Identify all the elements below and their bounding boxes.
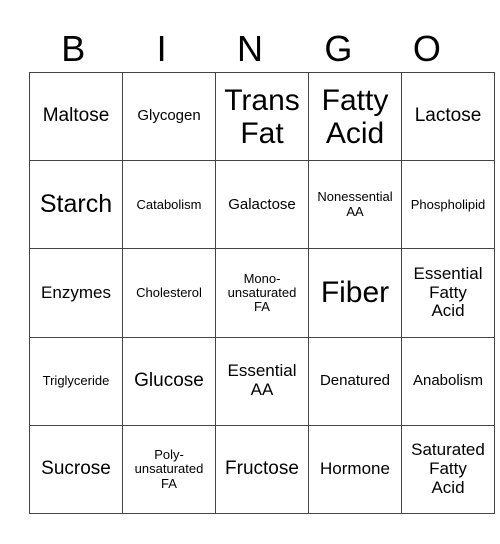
cell-text-line: Maltose [42,105,110,127]
cell-text-line: Fatty [321,83,389,117]
cell-text-line: Sucrose [41,457,111,479]
cell-text-line: Hormone [320,459,390,479]
cell-text-line: Glucose [134,369,204,391]
cell-text-line: Fructose [225,457,299,479]
bingo-cell[interactable]: Triglyceride [29,336,123,426]
cell-text-line: Enzymes [41,282,111,302]
bingo-cell[interactable]: Catabolism [122,160,216,250]
bingo-cell[interactable]: Denatured [308,336,402,426]
cell-text-line: Fatty [429,459,467,479]
bingo-header: B I N G O [29,26,471,72]
bingo-cell[interactable]: Anabolism [401,336,495,426]
cell-text-line: Denatured [319,371,391,389]
cell-text-line: AA [250,380,274,400]
board-row: Starch Catabolism Galactose Nonessential AA P… [29,160,495,250]
cell-text-line: Catabolism [136,196,202,212]
bingo-cell[interactable]: Enzymes [29,248,123,338]
header-letter-n: N [237,28,264,69]
cell-text-line: Saturated [411,440,485,460]
cell-text-line: unsaturated [134,461,204,477]
bingo-cell[interactable]: Glycogen [122,71,216,162]
cell-text-line: Nonessential [317,189,393,205]
bingo-cell[interactable]: Fatty Acid [308,71,402,162]
cell-text-line: Anabolism [412,371,484,389]
cell-text-line: FA [161,475,177,491]
cell-text-line: AA [346,203,364,219]
cell-text-line: Fatty [429,282,467,302]
bingo-cell[interactable]: Poly-unsaturated FA [122,424,216,515]
bingo-cell[interactable]: Galactose [215,160,309,250]
board-row: Sucrose Poly-unsaturated FA Fructose Hormone… [29,424,495,515]
board-row: Enzymes Cholesterol Mono-unsaturated FA Fibe… [29,248,495,338]
bingo-cell[interactable]: Mono-unsaturated FA [215,248,309,338]
cell-text-line: unsaturated [227,284,297,300]
bingo-cell[interactable]: Essential AA [215,336,309,426]
bingo-cell[interactable]: Sucrose [29,424,123,515]
cell-text-line: FA [254,299,270,315]
cell-text-line: Mono- [243,270,281,286]
bingo-cell[interactable]: Fiber [308,248,402,338]
board-row: Triglyceride Glucose Essential AA Denatured A… [29,336,495,426]
bingo-cell[interactable]: Cholesterol [122,248,216,338]
header-letter-g: G [324,28,353,69]
cell-text-line: Triglyceride [42,373,110,388]
bingo-cell[interactable]: Starch [29,160,123,250]
cell-text-line: Essential [227,361,297,381]
bingo-cell[interactable]: Saturated Fatty Acid [401,424,495,515]
bingo-cell[interactable]: Lactose [401,71,495,162]
cell-text-line: Essential [413,263,483,283]
header-letter-b: B [61,28,86,69]
cell-text-line: Fat [240,116,284,150]
cell-text-line: Poly- [154,446,184,462]
bingo-cell[interactable]: Essential Fatty Acid [401,248,495,338]
header-letter-i: I [156,28,167,69]
cell-text-line: Acid [431,301,465,321]
cell-text-line: Galactose [228,195,296,213]
bingo-cell[interactable]: Glucose [122,336,216,426]
cell-text-line: Fiber [320,276,390,310]
cell-text-line: Glycogen [137,107,201,125]
bingo-cell[interactable]: Maltose [29,71,123,162]
cell-text-line: Acid [431,477,465,497]
cell-text-line: Trans [224,83,300,117]
cell-text-line: Cholesterol [136,284,202,300]
bingo-cell[interactable]: Phospholipid [401,160,495,250]
bingo-board: Maltose Glycogen Trans Fat Fatty Acid Lactose S… [29,71,495,515]
bingo-cell[interactable]: Fructose [215,424,309,515]
bingo-cell[interactable]: Trans Fat [215,71,309,162]
bingo-cell[interactable]: Nonessential AA [308,160,402,250]
cell-text-line: Acid [325,116,385,150]
cell-text-line: Phospholipid [410,196,486,212]
bingo-cell[interactable]: Hormone [308,424,402,515]
header-letter-o: O [412,28,441,69]
cell-text-line: Starch [39,190,113,219]
cell-text-line: Lactose [414,105,482,127]
board-row: Maltose Glycogen Trans Fat Fatty Acid Lactose [29,71,495,162]
